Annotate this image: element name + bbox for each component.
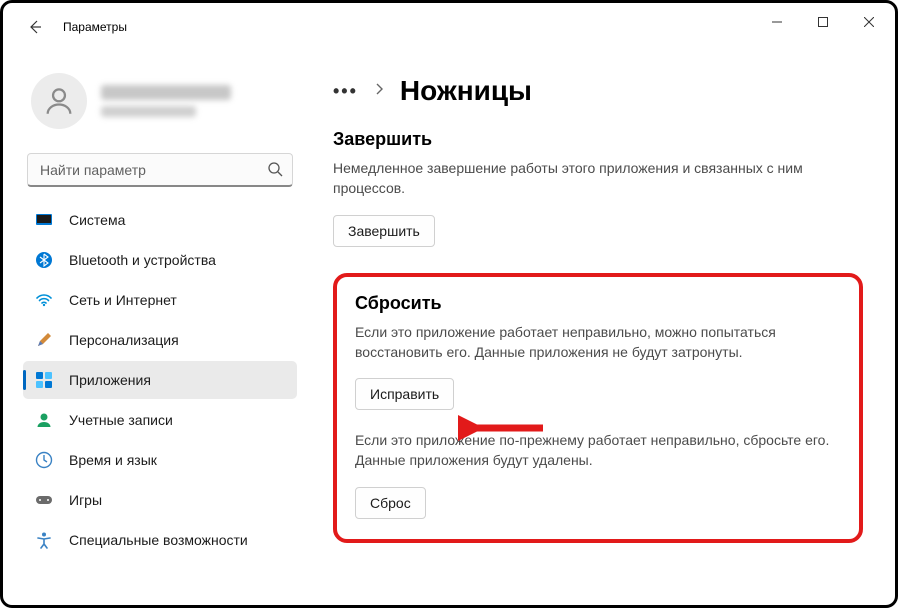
breadcrumb-overflow[interactable]: ••• — [333, 81, 358, 102]
reset-section-highlight: Сбросить Если это приложение работает не… — [333, 273, 863, 543]
person-badge-icon — [35, 411, 53, 429]
sidebar-item-gaming[interactable]: Игры — [23, 481, 297, 519]
minimize-icon — [772, 17, 782, 27]
reset-description: Если это приложение по-прежнему работает… — [355, 430, 841, 471]
page-title: Ножницы — [400, 75, 532, 107]
nav-list: Система Bluetooth и устройства Сеть и Ин… — [23, 201, 297, 559]
terminate-heading: Завершить — [333, 129, 863, 150]
chevron-right-icon — [374, 82, 384, 101]
sidebar-item-network[interactable]: Сеть и Интернет — [23, 281, 297, 319]
sidebar: Система Bluetooth и устройства Сеть и Ин… — [3, 51, 313, 605]
sidebar-item-personalization[interactable]: Персонализация — [23, 321, 297, 359]
sidebar-item-bluetooth[interactable]: Bluetooth и устройства — [23, 241, 297, 279]
sidebar-item-label: Персонализация — [69, 332, 179, 348]
sidebar-item-system[interactable]: Система — [23, 201, 297, 239]
sidebar-item-apps[interactable]: Приложения — [23, 361, 297, 399]
main-content: ••• Ножницы Завершить Немедленное заверш… — [313, 51, 895, 605]
window-title: Параметры — [63, 20, 127, 34]
reset-heading: Сбросить — [355, 293, 841, 314]
avatar — [31, 73, 87, 129]
sidebar-item-label: Сеть и Интернет — [69, 292, 177, 308]
bluetooth-icon — [35, 251, 53, 269]
sidebar-item-accessibility[interactable]: Специальные возможности — [23, 521, 297, 559]
search-icon — [267, 161, 283, 182]
maximize-button[interactable] — [800, 6, 846, 38]
search-input[interactable] — [27, 153, 293, 187]
display-icon — [35, 211, 53, 229]
arrow-left-icon — [27, 19, 43, 35]
sidebar-item-label: Игры — [69, 492, 102, 508]
user-name — [101, 85, 231, 100]
user-email — [101, 106, 196, 117]
close-button[interactable] — [846, 6, 892, 38]
back-button[interactable] — [15, 7, 55, 47]
reset-button[interactable]: Сброс — [355, 487, 426, 519]
sidebar-item-label: Специальные возможности — [69, 532, 248, 548]
paintbrush-icon — [35, 331, 53, 349]
wifi-icon — [35, 291, 53, 309]
sidebar-item-time-language[interactable]: Время и язык — [23, 441, 297, 479]
terminate-section: Завершить Немедленное завершение работы … — [333, 129, 863, 247]
clock-globe-icon — [35, 451, 53, 469]
repair-button[interactable]: Исправить — [355, 378, 454, 410]
user-account-block[interactable] — [23, 51, 297, 153]
maximize-icon — [818, 17, 828, 27]
sidebar-item-label: Bluetooth и устройства — [69, 252, 216, 268]
breadcrumb: ••• Ножницы — [333, 75, 863, 107]
gamepad-icon — [35, 491, 53, 509]
sidebar-item-label: Время и язык — [69, 452, 157, 468]
minimize-button[interactable] — [754, 6, 800, 38]
sidebar-item-label: Учетные записи — [69, 412, 173, 428]
person-icon — [42, 84, 76, 118]
repair-description: Если это приложение работает неправильно… — [355, 322, 841, 363]
accessibility-icon — [35, 531, 53, 549]
terminate-button[interactable]: Завершить — [333, 215, 435, 247]
close-icon — [864, 17, 874, 27]
sidebar-item-accounts[interactable]: Учетные записи — [23, 401, 297, 439]
terminate-description: Немедленное завершение работы этого прил… — [333, 158, 853, 199]
apps-icon — [35, 371, 53, 389]
sidebar-item-label: Приложения — [69, 372, 151, 388]
sidebar-item-label: Система — [69, 212, 125, 228]
